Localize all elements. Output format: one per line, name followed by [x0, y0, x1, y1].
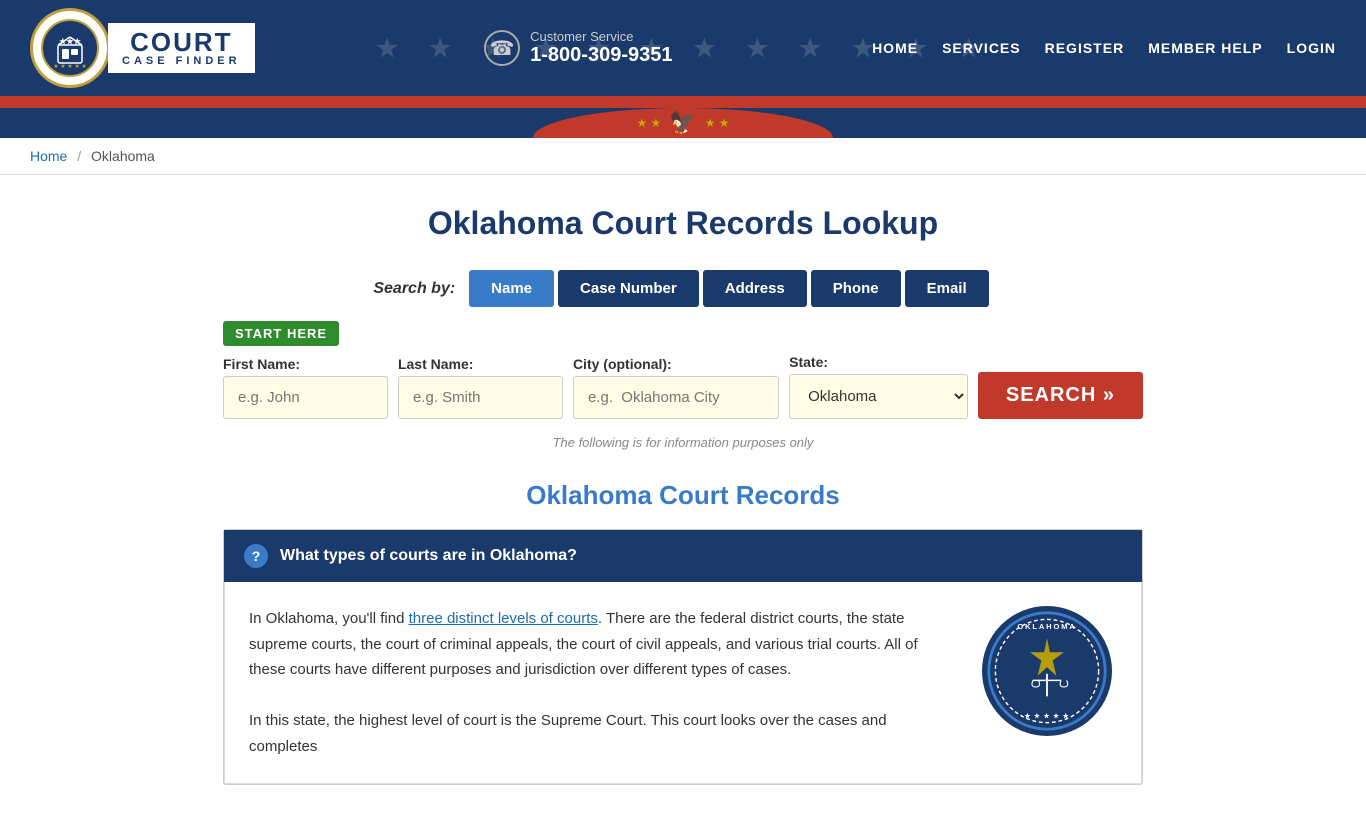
- city-input[interactable]: [573, 376, 779, 419]
- tab-phone[interactable]: Phone: [811, 270, 901, 307]
- logo-text: COURT CASE FINDER: [108, 23, 255, 73]
- search-by-label: Search by:: [373, 280, 455, 298]
- faq-item: ? What types of courts are in Oklahoma? …: [223, 529, 1143, 785]
- nav-member-help[interactable]: MEMBER HELP: [1148, 40, 1262, 56]
- faq-question: What types of courts are in Oklahoma?: [280, 547, 577, 565]
- main-content: Oklahoma Court Records Lookup Search by:…: [203, 175, 1163, 825]
- svg-text:★ ★ ★ ★ ★: ★ ★ ★ ★ ★: [53, 63, 87, 70]
- last-name-field: Last Name:: [398, 356, 563, 419]
- logo-area: ★★★ ★ ★ ★ ★ ★ COURT CASE FINDER: [30, 8, 255, 88]
- nav-home[interactable]: HOME: [872, 40, 918, 56]
- first-name-input[interactable]: [223, 376, 388, 419]
- red-banner: [0, 96, 1366, 108]
- last-name-input[interactable]: [398, 376, 563, 419]
- state-label: State:: [789, 354, 968, 370]
- records-section-title: Oklahoma Court Records: [223, 480, 1143, 511]
- svg-text:OKLAHOMA: OKLAHOMA: [1017, 622, 1076, 631]
- ok-seal-svg: OKLAHOMA ★ ★ ★ ★ ★: [982, 610, 1112, 732]
- customer-service-label: Customer Service: [530, 29, 672, 44]
- faq-paragraph-2: In this state, the highest level of cour…: [249, 708, 957, 759]
- tab-name[interactable]: Name: [469, 270, 554, 307]
- disclaimer-text: The following is for information purpose…: [223, 435, 1143, 450]
- state-field: State: Oklahoma Alabama Alaska Arizona A…: [789, 354, 968, 419]
- breadcrumb-home[interactable]: Home: [30, 148, 67, 164]
- star-left: ★ ★: [636, 116, 661, 130]
- city-label: City (optional):: [573, 356, 779, 372]
- faq-body: In Oklahoma, you'll find three distinct …: [224, 582, 1142, 784]
- star-right: ★ ★: [705, 116, 730, 130]
- customer-service-phone: 1-800-309-9351: [530, 44, 672, 67]
- main-nav: HOME SERVICES REGISTER MEMBER HELP LOGIN: [872, 40, 1336, 56]
- tab-email[interactable]: Email: [905, 270, 989, 307]
- oklahoma-seal: OKLAHOMA ★ ★ ★ ★ ★: [982, 606, 1112, 736]
- eagle-area: ★ ★ 🦅 ★ ★: [636, 110, 729, 136]
- search-by-row: Search by: Name Case Number Address Phon…: [223, 270, 1143, 307]
- tab-address[interactable]: Address: [703, 270, 807, 307]
- arch-area: ★ ★ 🦅 ★ ★: [0, 108, 1366, 138]
- last-name-label: Last Name:: [398, 356, 563, 372]
- faq-paragraph-1: In Oklahoma, you'll find three distinct …: [249, 606, 957, 683]
- search-form: First Name: Last Name: City (optional): …: [223, 354, 1143, 419]
- breadcrumb-current: Oklahoma: [91, 148, 155, 164]
- nav-register[interactable]: REGISTER: [1045, 40, 1125, 56]
- breadcrumb: Home / Oklahoma: [0, 138, 1366, 175]
- nav-services[interactable]: SERVICES: [942, 40, 1021, 56]
- faq-p1-text: In Oklahoma, you'll find: [249, 610, 409, 627]
- search-button[interactable]: SEARCH »: [978, 372, 1143, 419]
- faq-text: In Oklahoma, you'll find three distinct …: [249, 606, 957, 759]
- phone-icon: ☎: [484, 30, 520, 66]
- eagle-icon: 🦅: [669, 110, 696, 136]
- start-here-badge: START HERE: [223, 321, 339, 346]
- faq-icon: ?: [244, 544, 268, 568]
- customer-service: ☎ Customer Service 1-800-309-9351: [484, 29, 672, 67]
- page-title: Oklahoma Court Records Lookup: [223, 205, 1143, 242]
- nav-login[interactable]: LOGIN: [1287, 40, 1336, 56]
- logo-icon: ★★★ ★ ★ ★ ★ ★: [40, 18, 100, 78]
- logo-case-finder-text: CASE FINDER: [122, 55, 241, 67]
- logo-circle: ★★★ ★ ★ ★ ★ ★: [30, 8, 110, 88]
- faq-p1-link[interactable]: three distinct levels of courts: [409, 610, 598, 627]
- city-field: City (optional):: [573, 356, 779, 419]
- state-select[interactable]: Oklahoma Alabama Alaska Arizona Arkansas…: [789, 374, 968, 419]
- tab-case-number[interactable]: Case Number: [558, 270, 699, 307]
- logo-court-text: COURT: [130, 29, 232, 55]
- first-name-field: First Name:: [223, 356, 388, 419]
- breadcrumb-separator: /: [77, 148, 81, 164]
- faq-header[interactable]: ? What types of courts are in Oklahoma?: [224, 530, 1142, 582]
- first-name-label: First Name:: [223, 356, 388, 372]
- site-header: ★★★ ★ ★ ★ ★ ★ COURT CASE FINDER ☎ Custom…: [0, 0, 1366, 96]
- svg-text:★ ★ ★ ★ ★: ★ ★ ★ ★ ★: [1024, 712, 1069, 720]
- oklahoma-seal-container: OKLAHOMA ★ ★ ★ ★ ★: [977, 606, 1117, 736]
